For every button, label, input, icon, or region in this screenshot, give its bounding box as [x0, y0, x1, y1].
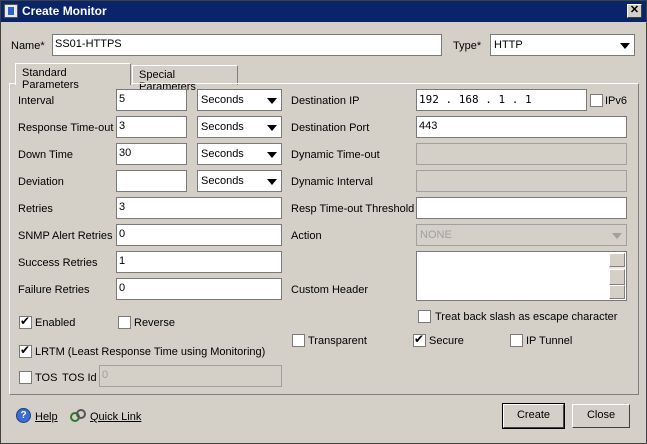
destination-port-label: Destination Port [291, 122, 370, 134]
deviation-input[interactable] [116, 170, 187, 192]
tab-special-parameters[interactable]: Special Parameters [132, 65, 238, 93]
secure-checkbox[interactable] [413, 332, 426, 347]
create-button[interactable]: Create [502, 403, 565, 429]
resp-timeout-threshold-input[interactable] [416, 197, 627, 219]
secure-label: Secure [429, 335, 464, 347]
treat-backslash-checkbox[interactable] [418, 310, 431, 323]
tos-checkbox[interactable] [19, 371, 32, 384]
tos-id-label: TOS Id [62, 372, 97, 384]
deviation-unit-value: Seconds [201, 175, 244, 187]
success-retries-input[interactable]: 1 [116, 251, 282, 273]
response-timeout-unit-value: Seconds [201, 121, 244, 133]
enabled-checkbox[interactable] [19, 314, 32, 329]
down-time-input[interactable]: 30 [116, 143, 187, 165]
type-select-value: HTTP [494, 39, 523, 51]
title-bar[interactable]: Create Monitor ✕ [1, 1, 646, 22]
enabled-label: Enabled [35, 317, 76, 329]
response-timeout-unit-select[interactable]: Seconds [197, 116, 282, 138]
chevron-down-icon [263, 145, 280, 163]
transparent-checkbox[interactable] [292, 334, 305, 347]
resp-timeout-threshold-label: Resp Time-out Threshold [291, 203, 415, 215]
failure-retries-label: Failure Retries [18, 284, 90, 296]
ipv6-checkbox[interactable] [590, 94, 603, 107]
window-title: Create Monitor [22, 4, 107, 18]
retries-label: Retries [18, 203, 53, 215]
failure-retries-input[interactable]: 0 [116, 278, 282, 300]
help-icon[interactable]: ? [16, 408, 31, 423]
java-app-icon [4, 4, 18, 18]
down-time-unit-value: Seconds [201, 148, 244, 160]
help-link[interactable]: Help [35, 411, 58, 423]
name-label: Name* [11, 40, 45, 52]
success-retries-label: Success Retries [18, 257, 98, 269]
action-select-value: NONE [420, 229, 452, 241]
close-button[interactable]: Close [572, 404, 630, 428]
type-select[interactable]: HTTP [490, 34, 635, 56]
destination-ip-input[interactable]: 192 . 168 . 1 . 1 [416, 89, 587, 111]
deviation-label: Deviation [18, 176, 64, 188]
create-monitor-dialog: Create Monitor ✕ Name* SS01-HTTPS Type* … [0, 0, 647, 444]
snmp-alert-retries-label: SNMP Alert Retries [18, 230, 113, 242]
destination-port-input[interactable]: 443 [416, 116, 627, 138]
interval-unit-value: Seconds [201, 94, 244, 106]
lrtm-checkbox[interactable] [19, 343, 32, 358]
down-time-label: Down Time [18, 149, 74, 161]
name-input[interactable]: SS01-HTTPS [52, 34, 442, 56]
reverse-label: Reverse [134, 317, 175, 329]
quick-link-icon[interactable] [69, 408, 87, 423]
interval-input[interactable]: 5 [116, 89, 187, 111]
reverse-checkbox[interactable] [118, 316, 131, 329]
chevron-down-icon [263, 172, 280, 190]
dynamic-interval-label: Dynamic Interval [291, 176, 373, 188]
down-time-unit-select[interactable]: Seconds [197, 143, 282, 165]
scroll-thumb[interactable] [609, 269, 625, 285]
ip-tunnel-checkbox[interactable] [510, 334, 523, 347]
close-window-button[interactable]: ✕ [627, 4, 642, 18]
type-label: Type* [453, 40, 482, 52]
treat-backslash-label: Treat back slash as escape character [435, 311, 618, 323]
response-timeout-input[interactable]: 3 [116, 116, 187, 138]
dynamic-interval-input [416, 170, 627, 192]
tab-standard-parameters[interactable]: Standard Parameters [15, 63, 131, 91]
interval-label: Interval [18, 95, 55, 107]
tos-id-input: 0 [99, 365, 282, 387]
dynamic-timeout-input [416, 143, 627, 165]
quick-link[interactable]: Quick Link [90, 411, 141, 423]
retries-input[interactable]: 3 [116, 197, 282, 219]
deviation-unit-select[interactable]: Seconds [197, 170, 282, 192]
snmp-alert-retries-input[interactable]: 0 [116, 224, 282, 246]
response-timeout-label: Response Time-out [18, 122, 114, 134]
ipv6-label: IPv6 [605, 95, 628, 107]
custom-header-textarea[interactable] [416, 251, 627, 301]
dynamic-timeout-label: Dynamic Time-out [291, 149, 380, 161]
interval-unit-select[interactable]: Seconds [197, 89, 282, 111]
custom-header-scrollbar[interactable] [609, 253, 625, 299]
tos-label: TOS [35, 372, 58, 384]
ip-tunnel-label: IP Tunnel [526, 335, 573, 347]
chevron-down-icon [608, 226, 625, 244]
chevron-down-icon [263, 118, 280, 136]
action-label: Action [291, 230, 322, 242]
lrtm-label: LRTM (Least Response Time using Monitori… [35, 346, 266, 358]
scroll-up-button[interactable] [609, 253, 625, 267]
destination-ip-label: Destination IP [291, 95, 360, 107]
chevron-down-icon [263, 91, 280, 109]
transparent-label: Transparent [308, 335, 367, 347]
custom-header-label: Custom Header [291, 284, 369, 296]
action-select: NONE [416, 224, 627, 246]
chevron-down-icon [616, 36, 633, 54]
scroll-down-button[interactable] [609, 285, 625, 299]
